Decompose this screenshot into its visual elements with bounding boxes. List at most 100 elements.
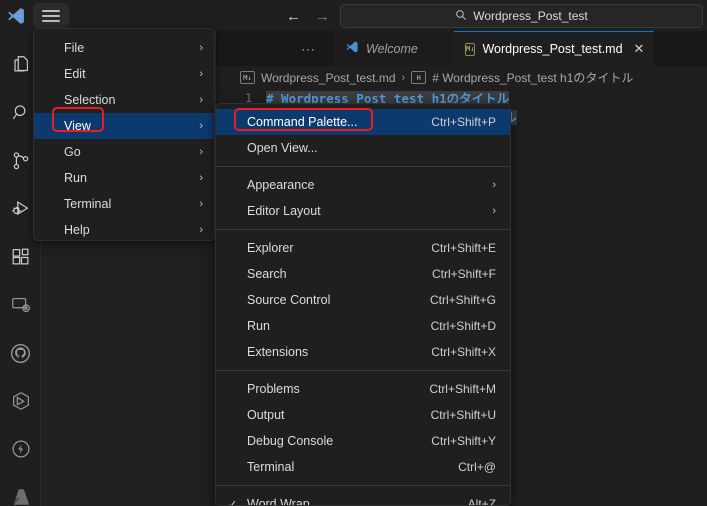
breadcrumb-file[interactable]: Wordpress_Post_test.md (261, 71, 396, 85)
editor-tab-bar: ⋯ Welcome M↓ Wordpress_Post_test.md ✕ (216, 31, 707, 66)
menu-item-go[interactable]: Go › (34, 139, 214, 165)
menu-item-label: Run (64, 171, 87, 185)
menu-item-selection[interactable]: Selection › (34, 87, 214, 113)
menu-item-label: Help (64, 223, 90, 237)
tab-label: Welcome (366, 42, 418, 56)
menu-item-label: Terminal (64, 197, 111, 211)
submenu-item-problems[interactable]: Problems Ctrl+Shift+M (216, 376, 510, 402)
chevron-right-icon: › (199, 68, 203, 80)
menu-item-label: Edit (64, 67, 86, 81)
tab-welcome[interactable]: Welcome (334, 31, 454, 66)
vscode-window: ← → Wordpress_Post_test (0, 0, 707, 506)
submenu-item-label: Explorer (247, 241, 294, 255)
submenu-item-label: Editor Layout (247, 204, 321, 218)
submenu-item-word-wrap[interactable]: ✓ Word Wrap Alt+Z (216, 491, 510, 506)
navigation-arrows: ← → (286, 5, 346, 27)
menu-separator (216, 370, 510, 371)
menu-item-label: Go (64, 145, 81, 159)
back-icon[interactable]: ← (286, 9, 301, 24)
submenu-item-command-palette[interactable]: Command Palette... Ctrl+Shift+P (216, 109, 510, 135)
close-icon[interactable]: ✕ (634, 41, 645, 57)
sidebar-item-azure[interactable] (0, 473, 41, 506)
menu-separator (216, 485, 510, 486)
menu-item-label: View (64, 119, 91, 133)
submenu-item-output[interactable]: Output Ctrl+Shift+U (216, 402, 510, 428)
markdown-file-icon: M↓ (240, 71, 255, 84)
submenu-item-label: Terminal (247, 460, 294, 474)
submenu-item-label: Extensions (247, 345, 308, 359)
submenu-item-source-control[interactable]: Source Control Ctrl+Shift+G (216, 287, 510, 313)
forward-icon[interactable]: → (315, 9, 330, 24)
menu-separator (216, 229, 510, 230)
submenu-item-shortcut: Ctrl+Shift+E (431, 241, 496, 255)
sidebar-item-github[interactable] (0, 329, 41, 377)
command-center-text: Wordpress_Post_test (473, 9, 588, 23)
breadcrumb-symbol[interactable]: # Wordpress_Post_test h1のタイトル (432, 69, 633, 86)
command-center[interactable]: Wordpress_Post_test (340, 4, 703, 28)
submenu-item-label: Appearance (247, 178, 314, 192)
submenu-item-run[interactable]: Run Ctrl+Shift+D (216, 313, 510, 339)
hamburger-menu-icon[interactable] (33, 3, 69, 28)
main-menu[interactable]: File › Edit › Selection › View › Go › Ru… (33, 28, 215, 241)
submenu-item-shortcut: Ctrl+Shift+P (431, 115, 496, 129)
submenu-item-shortcut: Ctrl+Shift+D (431, 319, 496, 333)
submenu-item-shortcut: Ctrl+Shift+Y (431, 434, 496, 448)
chevron-right-icon: › (199, 224, 203, 236)
menu-item-view[interactable]: View › (34, 113, 214, 139)
vscode-logo-icon (5, 5, 27, 27)
chevron-right-icon: › (199, 94, 203, 106)
submenu-item-label: Output (247, 408, 285, 422)
chevron-right-icon: › (199, 42, 203, 54)
chevron-right-icon: › (199, 198, 203, 210)
sidebar-item-remote-explorer[interactable] (0, 281, 41, 329)
submenu-item-open-view[interactable]: Open View... (216, 135, 510, 161)
submenu-item-search[interactable]: Search Ctrl+Shift+F (216, 261, 510, 287)
submenu-item-editor-layout[interactable]: Editor Layout › (216, 198, 510, 224)
submenu-item-shortcut: Ctrl+Shift+G (430, 293, 496, 307)
title-bar: ← → Wordpress_Post_test (0, 0, 707, 31)
submenu-item-label: Debug Console (247, 434, 333, 448)
submenu-item-shortcut: Ctrl+Shift+M (429, 382, 496, 396)
breadcrumb-separator: › (402, 72, 406, 84)
menu-separator (216, 166, 510, 167)
submenu-item-shortcut: Ctrl+Shift+F (432, 267, 496, 281)
menu-item-label: Selection (64, 93, 115, 107)
submenu-item-extensions[interactable]: Extensions Ctrl+Shift+X (216, 339, 510, 365)
submenu-item-label: Problems (247, 382, 300, 396)
submenu-item-label: Search (247, 267, 287, 281)
menu-item-label: File (64, 41, 84, 55)
chevron-right-icon: › (199, 172, 203, 184)
submenu-item-shortcut: Ctrl+Shift+U (431, 408, 496, 422)
view-submenu[interactable]: Command Palette... Ctrl+Shift+P Open Vie… (215, 103, 511, 506)
sidebar-item-azure-functions[interactable] (0, 425, 41, 473)
menu-item-edit[interactable]: Edit › (34, 61, 214, 87)
submenu-item-shortcut: Alt+Z (468, 497, 496, 506)
submenu-item-appearance[interactable]: Appearance › (216, 172, 510, 198)
chevron-right-icon: › (199, 120, 203, 132)
submenu-item-terminal[interactable]: Terminal Ctrl+@ (216, 454, 510, 480)
menu-item-terminal[interactable]: Terminal › (34, 191, 214, 217)
menu-item-run[interactable]: Run › (34, 165, 214, 191)
tab-label: Wordpress_Post_test.md (482, 42, 622, 56)
submenu-item-label: Source Control (247, 293, 330, 307)
search-icon (455, 9, 467, 24)
breadcrumb: M↓ Wordpress_Post_test.md › H # Wordpres… (216, 66, 707, 89)
submenu-item-debug-console[interactable]: Debug Console Ctrl+Shift+Y (216, 428, 510, 454)
submenu-item-shortcut: Ctrl+Shift+X (431, 345, 496, 359)
submenu-item-label: Command Palette... (247, 115, 357, 129)
sidebar-item-docker[interactable] (0, 377, 41, 425)
chevron-right-icon: › (199, 146, 203, 158)
submenu-item-shortcut: Ctrl+@ (458, 460, 496, 474)
vscode-logo-icon (345, 40, 359, 57)
tab-overflow-icon[interactable]: ⋯ (301, 41, 316, 58)
menu-item-help[interactable]: Help › (34, 217, 214, 243)
tab-wordpress-post-test-md[interactable]: M↓ Wordpress_Post_test.md ✕ (454, 31, 654, 66)
chevron-right-icon: › (492, 179, 496, 191)
submenu-item-label: Open View... (247, 141, 318, 155)
submenu-item-label: Word Wrap (247, 497, 310, 506)
menu-item-file[interactable]: File › (34, 35, 214, 61)
heading-symbol-icon: H (411, 71, 426, 84)
submenu-item-label: Run (247, 319, 270, 333)
submenu-item-explorer[interactable]: Explorer Ctrl+Shift+E (216, 235, 510, 261)
check-icon: ✓ (228, 498, 237, 506)
